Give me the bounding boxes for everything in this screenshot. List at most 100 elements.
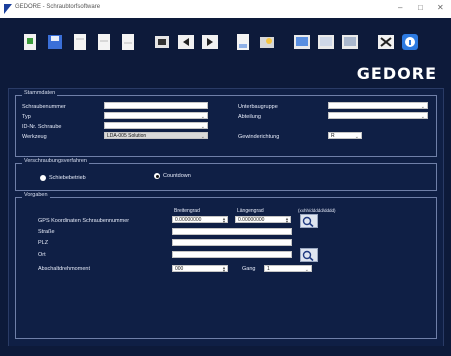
info-button[interactable] [400, 32, 420, 52]
app-logo-icon [4, 4, 12, 14]
gewinderichtung-value: R [331, 133, 335, 139]
gps-label: GPS Koordinaten Schraubennummer [38, 218, 130, 224]
stepper-icon: ▲ ▼ [222, 265, 226, 273]
screen-button-3[interactable] [340, 32, 360, 52]
breitengrad-value: 0.00000000 [175, 217, 202, 223]
vorgaben-title: Vorgaben [22, 192, 50, 198]
id-nr-schraube-label: ID-Nr. Schraube [22, 124, 62, 130]
breitengrad-input[interactable]: 0.00000000 ▲ ▼ [172, 216, 228, 224]
abschaltdrehmoment-value: 000 [175, 266, 184, 272]
countdown-label: Countdown [163, 173, 191, 179]
save-icon [48, 35, 62, 49]
folder-icon [260, 37, 274, 48]
copy-document-button[interactable] [94, 32, 114, 52]
abschaltdrehmoment-input[interactable]: 000 ▲ ▼ [172, 265, 228, 273]
typ-select[interactable]: ⌄ [104, 112, 208, 120]
gang-select[interactable]: 1 ⌄ [264, 265, 312, 273]
stammdaten-group: Stammdaten Schraubenummer Typ ⌄ ID-Nr. S… [15, 90, 437, 157]
vorgaben-group: Vorgaben Breitengrad Längengrad (xxhh/dd… [15, 192, 437, 339]
chevron-down-icon: ⌄ [420, 104, 425, 110]
window-title: GEDORE - Schraubtorfsoftware [15, 4, 101, 10]
report-button[interactable] [233, 32, 253, 52]
schraubenummer-label: Schraubenummer [22, 104, 66, 110]
laengengrad-input[interactable]: 0.00000000 ▲ ▼ [235, 216, 291, 224]
gewinderichtung-label: Gewinderichtung [238, 134, 280, 140]
gang-label: Gang [242, 266, 256, 272]
radio-selected-dot [155, 174, 159, 178]
screen-button-2[interactable] [316, 32, 336, 52]
chevron-down-icon: ⌄ [420, 114, 425, 120]
brand-logo: GEDORE [356, 64, 437, 83]
stepper-icon: ▲ ▼ [285, 216, 289, 224]
strasse-input[interactable] [172, 228, 292, 235]
werkzeug-value: LDA-005 Solution [107, 133, 147, 139]
minimize-button[interactable]: – [398, 3, 402, 12]
chevron-down-icon: ⌄ [200, 114, 205, 120]
gang-value: 1 [267, 266, 270, 272]
stepper-icon: ▲ ▼ [222, 216, 226, 224]
tool-button[interactable] [152, 32, 172, 52]
plz-input[interactable] [172, 239, 292, 246]
laengengrad-header: Längengrad [237, 208, 264, 214]
status-bar [0, 346, 451, 356]
chevron-down-icon: ⌄ [200, 124, 205, 130]
new-document-icon [24, 34, 36, 50]
chevron-down-icon: ⌄ [200, 134, 205, 140]
print-document-button[interactable] [118, 32, 138, 52]
arrow-left-icon [178, 35, 194, 49]
plz-label: PLZ [38, 240, 49, 246]
address-search-button[interactable] [300, 248, 318, 262]
stammdaten-title: Stammdaten [22, 90, 58, 96]
abteilung-label: Abteilung [238, 114, 261, 120]
screen-icon [342, 35, 358, 49]
verschraubung-title: Verschraubungsverfahren [22, 158, 89, 164]
gewinderichtung-select[interactable]: R ⌄ [328, 132, 362, 140]
screen-icon [294, 35, 310, 49]
werkzeug-label: Werkzeug [22, 134, 47, 140]
chevron-down-icon: ⌄ [304, 267, 309, 273]
next-button[interactable] [200, 32, 220, 52]
document-icon [74, 34, 86, 50]
document-icon [98, 34, 110, 50]
abteilung-select[interactable]: ⌄ [328, 112, 428, 120]
werkzeug-select[interactable]: LDA-005 Solution ⌄ [104, 132, 208, 140]
abschaltdrehmoment-label: Abschaltdrehmoment [38, 266, 90, 272]
ort-input[interactable] [172, 251, 292, 258]
toolbar [0, 18, 451, 60]
coordinate-format-header: (xxhh/ddddd/dddd) [298, 208, 336, 213]
arrow-right-icon [202, 35, 218, 49]
close-button[interactable]: ✕ [437, 3, 444, 12]
new-document-button[interactable] [20, 32, 40, 52]
magnifier-icon [302, 250, 314, 262]
schraubenummer-input[interactable] [104, 102, 208, 109]
open-document-button[interactable] [70, 32, 90, 52]
screen-icon [318, 35, 334, 49]
laengengrad-value: 0.00000000 [238, 217, 265, 223]
folder-button[interactable] [257, 32, 277, 52]
ort-label: Ort [38, 252, 46, 258]
id-nr-schraube-select[interactable]: ⌄ [104, 122, 208, 130]
maximize-button[interactable]: □ [418, 3, 423, 12]
schiebebetrieb-label: Schiebebetrieb [49, 175, 86, 181]
main-panel: Stammdaten Schraubenummer Typ ⌄ ID-Nr. S… [8, 88, 444, 348]
app-window: GEDORE - Schraubtorfsoftware – □ ✕ GEDOR… [0, 0, 451, 356]
exit-button[interactable] [376, 32, 396, 52]
exit-icon [378, 35, 394, 49]
save-button[interactable] [45, 32, 65, 52]
document-icon [122, 34, 134, 50]
tool-icon [155, 36, 169, 48]
report-icon [237, 34, 249, 50]
screen-button-1[interactable] [292, 32, 312, 52]
info-icon [402, 34, 418, 50]
chevron-down-icon: ⌄ [354, 134, 359, 140]
radio-countdown[interactable] [154, 173, 160, 179]
previous-button[interactable] [176, 32, 196, 52]
breitengrad-header: Breitengrad [174, 208, 200, 214]
radio-schiebebetrieb[interactable] [40, 175, 46, 181]
strasse-label: Straße [38, 229, 55, 235]
gps-search-button[interactable] [300, 214, 318, 228]
verschraubung-group: Verschraubungsverfahren Schiebebetrieb C… [15, 158, 437, 191]
title-bar: GEDORE - Schraubtorfsoftware – □ ✕ [0, 0, 451, 18]
unterbaugruppe-select[interactable]: ⌄ [328, 102, 428, 110]
typ-label: Typ [22, 114, 31, 120]
